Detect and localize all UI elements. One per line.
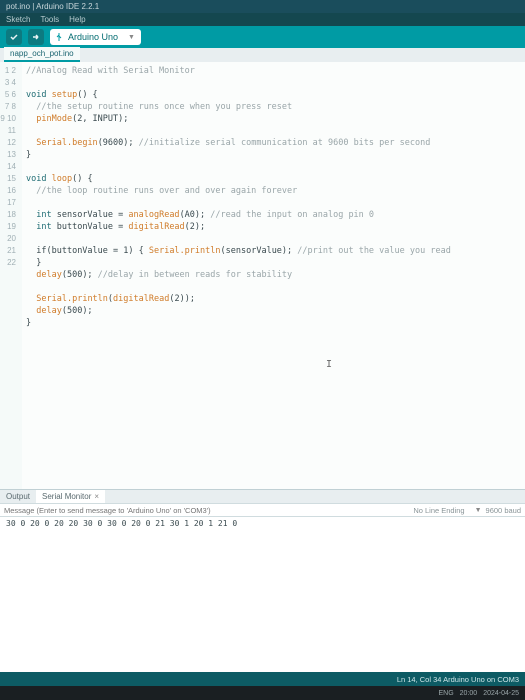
window-title: pot.ino | Arduino IDE 2.2.1 bbox=[6, 2, 99, 11]
menu-tools[interactable]: Tools bbox=[40, 15, 59, 24]
close-icon[interactable]: × bbox=[94, 492, 99, 501]
tray-time: 20:00 bbox=[460, 690, 478, 697]
file-tab[interactable]: napp_och_pot.ino bbox=[4, 47, 80, 62]
verify-button[interactable] bbox=[6, 29, 22, 45]
serial-monitor-output[interactable]: 30 0 20 0 20 20 30 0 30 0 20 0 21 30 1 2… bbox=[0, 517, 525, 672]
line-gutter: 1 2 3 4 5 6 7 8 9 10 11 12 13 14 15 16 1… bbox=[0, 62, 22, 489]
tab-serial-monitor[interactable]: Serial Monitor× bbox=[36, 490, 105, 503]
usb-icon bbox=[54, 32, 64, 42]
chevron-down-icon: ▼ bbox=[475, 507, 482, 514]
serial-message-input[interactable] bbox=[0, 506, 413, 515]
code-editor[interactable]: 1 2 3 4 5 6 7 8 9 10 11 12 13 14 15 16 1… bbox=[0, 62, 525, 489]
serial-message-bar: No Line Ending ▼ 9600 baud bbox=[0, 503, 525, 517]
check-icon bbox=[9, 32, 19, 42]
board-name: Arduino Uno bbox=[68, 32, 118, 42]
tab-bar: napp_och_pot.ino bbox=[0, 48, 525, 62]
line-ending-select[interactable]: No Line Ending bbox=[413, 506, 464, 515]
tab-output[interactable]: Output bbox=[0, 490, 36, 503]
arrow-right-icon bbox=[31, 32, 41, 42]
output-tabs: Output Serial Monitor× bbox=[0, 489, 525, 503]
toolbar: Arduino Uno ▼ bbox=[0, 26, 525, 48]
status-text: Ln 14, Col 34 Arduino Uno on COM3 bbox=[397, 675, 519, 684]
code-area[interactable]: //Analog Read with Serial Monitor void s… bbox=[22, 62, 525, 489]
tray-lang[interactable]: ENG bbox=[438, 690, 453, 697]
menubar: Sketch Tools Help bbox=[0, 13, 525, 26]
baud-select[interactable]: 9600 baud bbox=[486, 506, 521, 515]
menu-help[interactable]: Help bbox=[69, 15, 85, 24]
upload-button[interactable] bbox=[28, 29, 44, 45]
board-selector[interactable]: Arduino Uno ▼ bbox=[50, 29, 141, 45]
window-titlebar: pot.ino | Arduino IDE 2.2.1 bbox=[0, 0, 525, 13]
system-tray: ENG 20:00 2024-04-25 bbox=[0, 686, 525, 700]
status-bar: Ln 14, Col 34 Arduino Uno on COM3 bbox=[0, 672, 525, 686]
menu-sketch[interactable]: Sketch bbox=[6, 15, 30, 24]
tray-date: 2024-04-25 bbox=[483, 690, 519, 697]
chevron-down-icon: ▼ bbox=[128, 34, 135, 41]
text-cursor-icon: I bbox=[326, 359, 332, 370]
